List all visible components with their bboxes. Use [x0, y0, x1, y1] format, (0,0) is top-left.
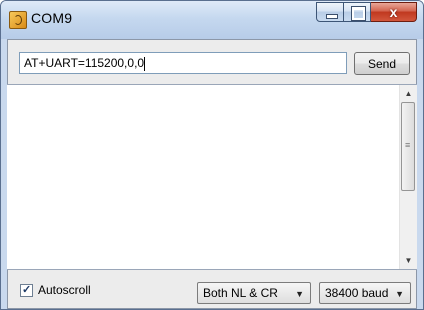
minimize-icon [326, 14, 338, 19]
close-icon: x [389, 4, 398, 20]
chevron-down-icon: ▼ [395, 289, 404, 299]
footer-bar: ✓ Autoscroll Both NL & CR ▼ 38400 baud ▼ [8, 270, 416, 308]
scroll-thumb[interactable]: ≡ [401, 102, 415, 191]
window-title: COM9 [31, 10, 73, 26]
maximize-button[interactable] [344, 2, 371, 22]
autoscroll-toggle[interactable]: ✓ Autoscroll [20, 282, 91, 298]
serial-monitor-window: COM9 x AT+UART=115200,0,0 Send ▲ ≡ ▼ ✓ A… [0, 0, 424, 310]
arduino-app-icon [9, 11, 27, 29]
line-ending-value: Both NL & CR [203, 286, 278, 300]
line-ending-select[interactable]: Both NL & CR ▼ [197, 282, 311, 304]
baud-rate-value: 38400 baud [325, 286, 389, 300]
checkmark-icon: ✓ [22, 283, 32, 296]
serial-output-area[interactable]: ▲ ≡ ▼ [7, 84, 417, 270]
vertical-scrollbar[interactable]: ▲ ≡ ▼ [399, 85, 417, 269]
text-caret [144, 56, 146, 71]
scroll-up-arrow-icon[interactable]: ▲ [400, 85, 417, 102]
title-bar[interactable]: COM9 x [1, 1, 423, 39]
client-area: AT+UART=115200,0,0 Send ▲ ≡ ▼ ✓ Autoscro… [7, 39, 417, 309]
maximize-icon [351, 6, 366, 21]
grip-icon: ≡ [405, 140, 411, 150]
command-input-text: AT+UART=115200,0,0 [24, 56, 145, 70]
send-button[interactable]: Send [354, 52, 410, 75]
autoscroll-label: Autoscroll [38, 283, 91, 297]
close-button[interactable]: x [371, 2, 417, 22]
command-input[interactable]: AT+UART=115200,0,0 [19, 52, 347, 74]
chevron-down-icon: ▼ [295, 289, 304, 299]
baud-rate-select[interactable]: 38400 baud ▼ [319, 282, 411, 304]
minimize-button[interactable] [316, 2, 344, 22]
caption-buttons: x [316, 2, 417, 24]
autoscroll-checkbox[interactable]: ✓ [20, 283, 33, 297]
scroll-down-arrow-icon[interactable]: ▼ [400, 252, 417, 269]
